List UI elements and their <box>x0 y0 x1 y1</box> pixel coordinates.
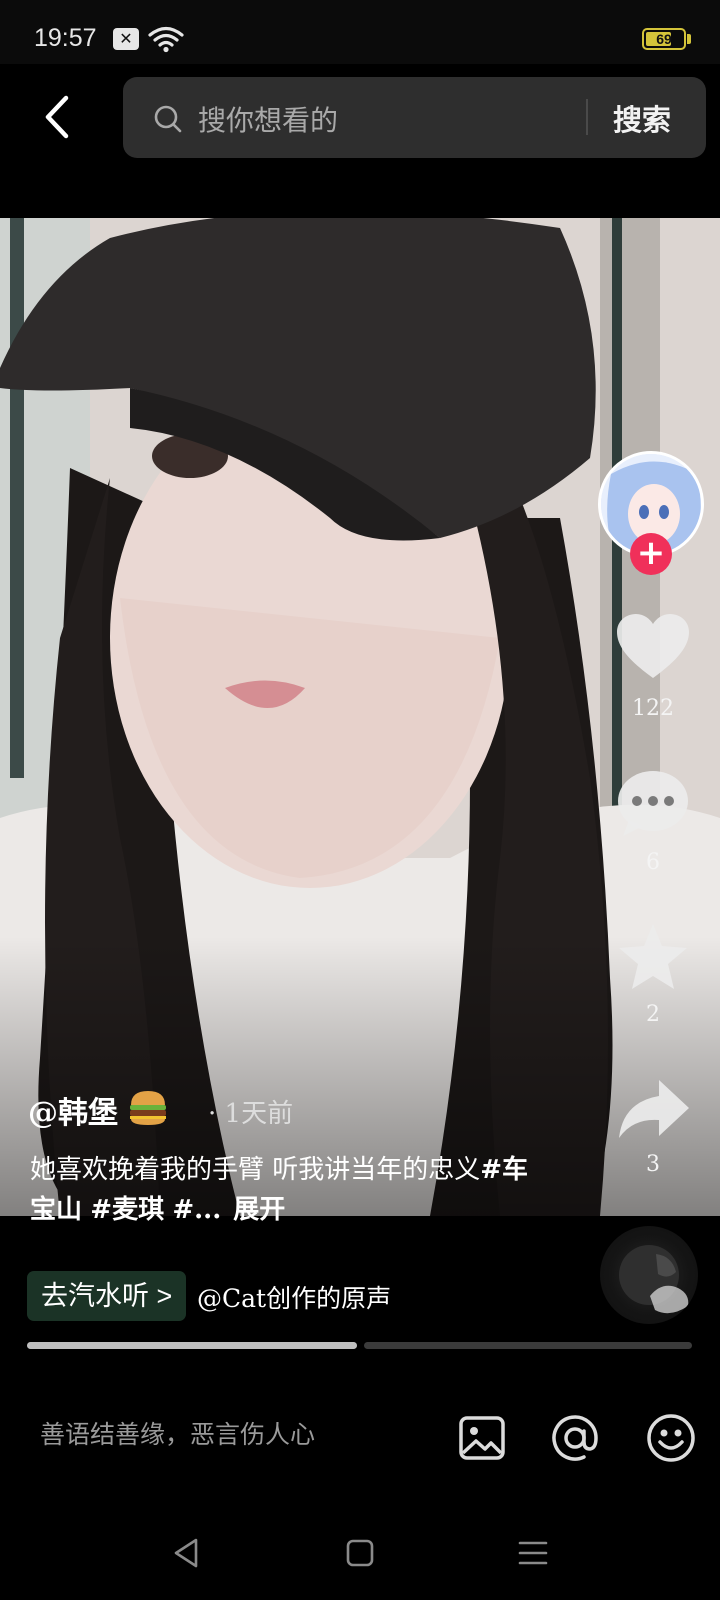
comment-count: 6 <box>646 850 660 875</box>
comment-icon[interactable] <box>615 768 691 838</box>
comment-input[interactable]: 善语结善缘，恶言伤人心 <box>40 1415 315 1451</box>
search-button[interactable]: 搜索 <box>613 97 671 139</box>
status-time: 19:57 <box>34 24 97 52</box>
post-caption[interactable]: 她喜欢挽着我的手臂 听我讲当年的忠义#车宝山 #麦琪 #... 展开 <box>30 1150 550 1230</box>
share-count: 3 <box>646 1152 660 1177</box>
post-time: · 1天前 <box>208 1099 294 1129</box>
progress-segment <box>364 1342 692 1349</box>
caption-text: 她喜欢挽着我的手臂 听我讲当年的忠义 <box>30 1155 481 1185</box>
nav-back-icon[interactable] <box>170 1536 204 1570</box>
image-icon[interactable] <box>457 1413 507 1463</box>
disc-cover <box>619 1245 689 1314</box>
favorite-count: 2 <box>646 1002 660 1027</box>
emoji-icon[interactable] <box>646 1413 696 1463</box>
battery-tip <box>687 34 691 44</box>
search-divider <box>586 99 588 135</box>
hashtag[interactable]: #麦琪 <box>90 1195 164 1225</box>
like-icon[interactable] <box>615 612 691 682</box>
wifi-icon <box>148 26 184 53</box>
back-button[interactable] <box>38 92 78 142</box>
progress-segment <box>27 1342 357 1349</box>
favorite-icon[interactable] <box>615 922 691 992</box>
search-input[interactable]: 搜你想看的 <box>198 99 338 139</box>
mention-icon[interactable] <box>550 1413 600 1463</box>
expand-link[interactable]: 展开 <box>233 1195 285 1225</box>
search-icon <box>154 105 182 133</box>
music-disc-icon[interactable] <box>600 1226 698 1324</box>
share-icon[interactable] <box>615 1076 691 1146</box>
battery-percent: 69 <box>656 31 672 47</box>
like-count: 122 <box>632 696 674 721</box>
video-progress[interactable] <box>27 1342 692 1349</box>
listen-in-qishui-button[interactable]: 去汽水听 > <box>27 1271 187 1321</box>
search-bar[interactable]: 搜你想看的 搜索 <box>123 77 706 158</box>
battery-icon: 69 <box>642 28 686 50</box>
hashtag[interactable]: #... <box>172 1195 221 1225</box>
video-frame <box>0 218 720 1216</box>
author-name[interactable]: @韩堡 <box>28 1088 118 1132</box>
music-source[interactable]: @Cat创作的原声 <box>197 1279 391 1315</box>
nav-home-icon[interactable] <box>343 1536 377 1570</box>
burger-emoji-icon <box>130 1091 166 1125</box>
status-bar: 19:57 ✕ 69 <box>0 0 720 64</box>
follow-button[interactable]: + <box>630 533 672 575</box>
notification-icon: ✕ <box>113 28 139 50</box>
video-player[interactable] <box>0 218 720 1216</box>
nav-recents-icon[interactable] <box>516 1536 550 1570</box>
progress-fill <box>27 1342 357 1349</box>
